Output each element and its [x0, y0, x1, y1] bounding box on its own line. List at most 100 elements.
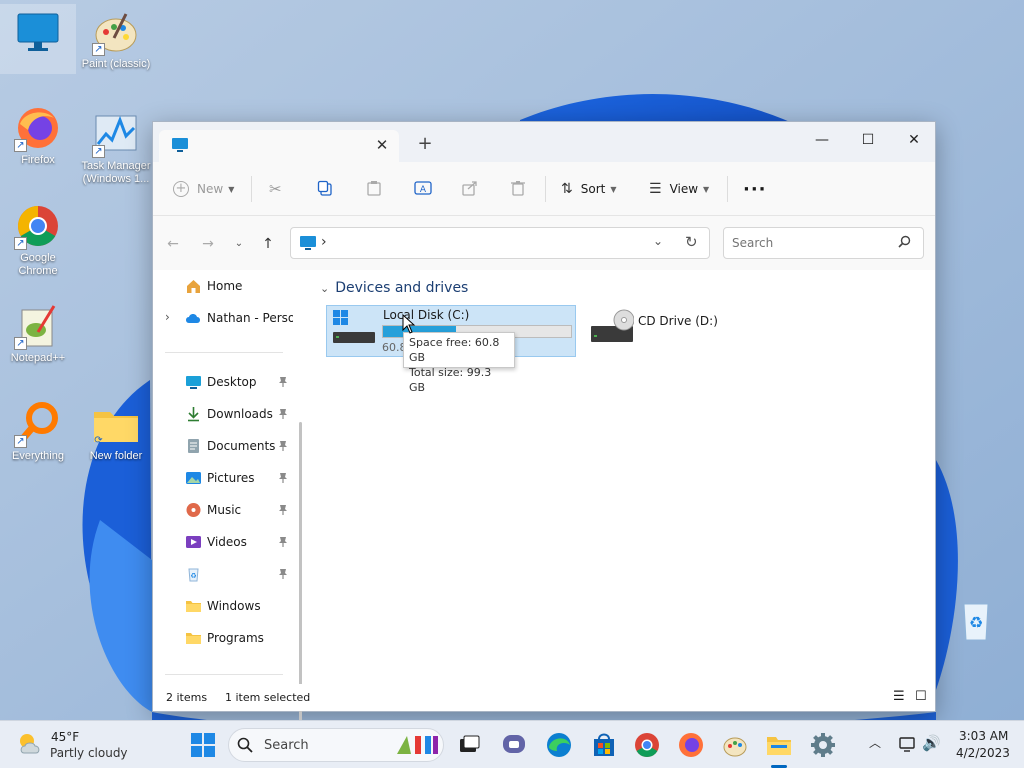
expand-chevron-icon[interactable]: › — [165, 310, 170, 324]
minimize-button[interactable]: — — [799, 126, 845, 154]
desktop-icon-chrome[interactable]: ↗ Google Chrome — [0, 198, 76, 284]
nav-item-quick-access[interactable]: ♻ — [153, 560, 303, 588]
desktop-icon-firefox[interactable]: ↗ Firefox — [0, 100, 76, 172]
nav-item-quick-access[interactable]: Pictures — [153, 464, 303, 492]
tab-close-button[interactable]: ✕ — [373, 136, 391, 154]
tab-this-pc[interactable]: ✕ — [159, 130, 399, 162]
view-button[interactable]: ☰ View ▼ — [649, 176, 709, 202]
copy-button[interactable] — [317, 176, 333, 202]
search-input[interactable] — [732, 234, 892, 252]
address-bar[interactable]: › ⌄ ↻ — [290, 227, 710, 259]
nav-scrollbar[interactable] — [299, 422, 302, 768]
desktop-icon-notepad-plus-plus[interactable]: ↗ Notepad++ — [0, 298, 76, 370]
desktop-icon-new-folder[interactable]: ⟳ New folder — [78, 396, 154, 468]
edge-icon[interactable] — [545, 731, 573, 759]
paste-button[interactable] — [366, 176, 382, 202]
command-bar: + New ▼ ✂ A ⇅ Sort ▼ ☰ View ▼ ··· — [153, 162, 935, 216]
nav-item-quick-access[interactable]: Music — [153, 496, 303, 524]
nav-item-label: Nathan - Personal — [207, 311, 293, 325]
rename-button[interactable]: A — [414, 176, 432, 202]
nav-item-home[interactable]: Home — [153, 272, 303, 300]
recent-locations-button[interactable]: ⌄ — [228, 233, 250, 255]
home-icon — [185, 278, 202, 294]
clock-date[interactable]: 4/2/2023 — [956, 746, 1010, 760]
tiles-view-icon[interactable]: ☐ — [915, 689, 927, 704]
nav-item-quick-access[interactable]: Programs — [153, 624, 303, 652]
back-button[interactable]: ← — [162, 233, 184, 255]
desktop-icon-recycle-bin[interactable]: ♻ — [938, 592, 1014, 648]
file-explorer-icon[interactable] — [765, 731, 793, 759]
sync-arrows-icon: ⟳ — [94, 435, 103, 446]
start-windows-icon[interactable] — [189, 731, 217, 759]
more-dots-icon: ··· — [743, 178, 767, 200]
close-button[interactable]: ✕ — [891, 126, 937, 154]
desktop-icon-task-manager[interactable]: ↗ Task Manager (Windows 1... — [78, 106, 154, 188]
folder-icon: ⟳ — [92, 400, 140, 448]
cut-button[interactable]: ✂ — [269, 176, 282, 202]
new-tab-button[interactable]: + — [415, 134, 435, 154]
shortcut-arrow-icon: ↗ — [14, 337, 27, 350]
firefox-icon[interactable] — [677, 731, 705, 759]
plus-circle-icon: + — [173, 181, 189, 197]
drive-cd-d[interactable]: CD Drive (D:) — [586, 305, 746, 357]
shortcut-arrow-icon: ↗ — [92, 43, 105, 56]
task-view-icon[interactable] — [455, 731, 483, 759]
paint-icon[interactable] — [721, 731, 749, 759]
folder-icon — [185, 598, 202, 614]
address-row: ← → ⌄ ↑ › ⌄ ↻ — [153, 216, 935, 270]
sort-button[interactable]: ⇅ Sort ▼ — [561, 176, 617, 202]
nav-divider — [165, 674, 283, 675]
sort-arrows-icon: ⇅ — [561, 181, 573, 197]
group-header-devices-and-drives[interactable]: ⌄ Devices and drives — [320, 280, 468, 296]
nav-item-quick-access[interactable]: Desktop — [153, 368, 303, 396]
new-button-label: New — [197, 182, 224, 196]
pin-icon — [278, 440, 288, 452]
forward-button[interactable]: → — [197, 233, 219, 255]
refresh-icon[interactable]: ↻ — [685, 233, 698, 251]
breadcrumb-separator[interactable]: › — [321, 234, 327, 250]
search-box[interactable] — [723, 227, 924, 259]
share-button[interactable] — [462, 176, 478, 202]
selection-count: 1 item selected — [225, 691, 311, 704]
desktop-icon-label: Everything — [12, 450, 64, 462]
nav-item-label: Home — [207, 279, 243, 293]
windows-drive-icon — [332, 309, 376, 348]
address-history-chevron-icon[interactable]: ⌄ — [653, 234, 663, 248]
nav-item-quick-access[interactable]: Videos — [153, 528, 303, 556]
delete-button[interactable] — [510, 176, 526, 202]
taskbar-search-box[interactable]: Search — [228, 728, 444, 762]
details-view-icon[interactable]: ☰ — [893, 689, 905, 704]
trash-icon — [510, 180, 526, 199]
desktop-icon-everything[interactable]: ↗ Everything — [0, 396, 76, 468]
desktop-icon-label: Notepad++ — [10, 352, 66, 364]
maximize-button[interactable]: ☐ — [845, 126, 891, 154]
item-count: 2 items — [166, 691, 208, 704]
weather-widget[interactable]: 45°F Partly cloudy — [14, 727, 134, 763]
microsoft-store-icon[interactable] — [590, 731, 618, 759]
file-explorer-window[interactable]: ✕ + — ☐ ✕ + New ▼ ✂ A ⇅ Sort ▼ ☰ View ▼ … — [152, 121, 936, 768]
chrome-icon: ↗ — [14, 202, 62, 250]
nav-item-quick-access[interactable]: Downloads — [153, 400, 303, 428]
teams-chat-icon[interactable] — [500, 731, 528, 759]
up-button[interactable]: ↑ — [257, 233, 279, 255]
nav-item-label: Programs — [207, 631, 264, 645]
chrome-icon[interactable] — [633, 731, 661, 759]
new-button[interactable]: + New ▼ — [173, 176, 234, 202]
more-options-button[interactable]: ··· — [743, 176, 767, 202]
shortcut-arrow-icon: ↗ — [14, 139, 27, 152]
nav-item-quick-access[interactable]: Documents — [153, 432, 303, 460]
volume-icon[interactable]: 🔊 — [922, 734, 941, 752]
clock-time[interactable]: 3:03 AM — [959, 729, 1008, 743]
desktop-icon-label: Google Chrome — [18, 252, 58, 277]
copy-icon — [317, 180, 333, 199]
pin-icon — [278, 472, 288, 484]
settings-gear-icon[interactable] — [809, 731, 837, 759]
desktop-icon-this-pc[interactable] — [0, 4, 76, 74]
nav-item-quick-access[interactable]: Windows — [153, 592, 303, 620]
desktop-icon-paint[interactable]: ↗ Paint (classic) — [78, 4, 154, 74]
nav-item-onedrive[interactable]: › Nathan - Personal — [153, 304, 303, 332]
recycle-bin-icon: ♻ — [185, 566, 202, 582]
network-icon[interactable] — [898, 735, 918, 756]
show-hidden-icons-chevron-icon[interactable]: ︿ — [869, 734, 881, 751]
title-bar[interactable]: ✕ + — ☐ ✕ — [153, 122, 935, 162]
